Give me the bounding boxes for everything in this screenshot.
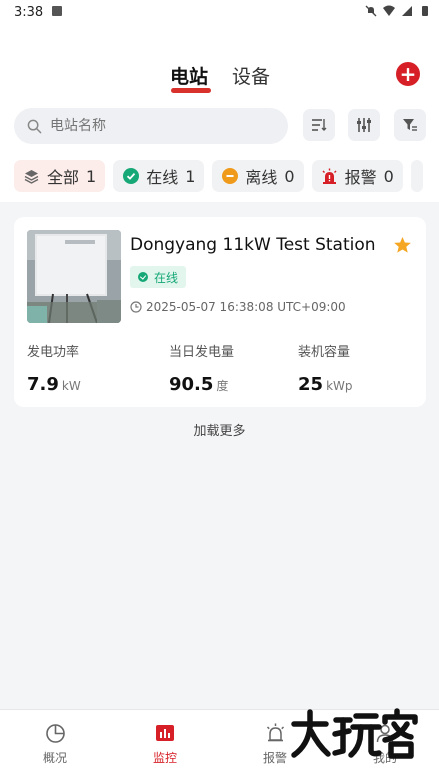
timestamp-text: 2025-05-07 16:38:08 UTC+09:00 <box>146 300 346 314</box>
battery-icon <box>422 6 428 16</box>
filter-online-label: 在线 <box>146 168 179 187</box>
add-station-button[interactable]: + <box>396 62 420 86</box>
clock-icon <box>130 301 142 313</box>
nav-overview[interactable]: 概况 <box>25 722 85 766</box>
alarm-icon <box>266 723 284 741</box>
status-icons <box>365 5 431 17</box>
nav-monitor-label: 监控 <box>152 751 177 765</box>
tab-underline <box>171 88 211 93</box>
metric-capacity: 装机容量 25 kWp <box>298 341 353 395</box>
tab-device[interactable]: 设备 <box>232 62 270 89</box>
metric-power-value: 7.9 <box>27 374 59 395</box>
filter-online-count: 1 <box>185 166 196 186</box>
filter-icon <box>403 119 417 131</box>
mute-icon <box>365 5 377 17</box>
status-badge: 在线 <box>130 266 187 288</box>
filter-alarm[interactable]: 报警 0 <box>311 160 403 192</box>
status-filters: 全部 1 在线 1 离线 0 报警 0 <box>14 160 423 192</box>
status-bar: 3:38 <box>0 0 439 26</box>
search-input[interactable] <box>48 117 252 135</box>
filter-alarm-count: 0 <box>383 166 394 186</box>
filter-all-count: 1 <box>86 166 97 186</box>
metric-daily-energy-label: 当日发电量 <box>169 345 235 360</box>
watermark-logo <box>291 708 418 759</box>
nav-overview-label: 概况 <box>42 751 67 765</box>
filter-button[interactable] <box>394 109 426 141</box>
metric-daily-energy-value: 90.5 <box>169 374 214 395</box>
filter-all[interactable]: 全部 1 <box>14 160 106 192</box>
status-time: 3:38 <box>14 5 44 20</box>
filter-online[interactable]: 在线 1 <box>113 160 205 192</box>
tab-station[interactable]: 电站 <box>170 62 208 89</box>
filter-offline[interactable]: 离线 0 <box>212 160 304 192</box>
load-more-button[interactable]: 加载更多 <box>0 420 439 439</box>
plus-icon: + <box>399 62 417 86</box>
station-name: Dongyang 11kW Test Station <box>130 235 376 255</box>
filter-more[interactable] <box>410 160 423 192</box>
metric-daily-energy: 当日发电量 90.5 度 <box>169 341 234 395</box>
search-bar[interactable] <box>14 108 288 144</box>
monitor-icon <box>156 725 174 741</box>
check-circle-icon <box>122 168 139 185</box>
filter-offline-count: 0 <box>284 166 295 186</box>
star-icon[interactable] <box>393 236 412 254</box>
status-badge-label: 在线 <box>154 270 179 285</box>
metric-capacity-unit: kWp <box>326 379 353 393</box>
search-icon <box>27 119 42 133</box>
metric-power: 发电功率 7.9 kW <box>27 341 81 395</box>
layers-icon <box>23 168 40 185</box>
adjust-button[interactable] <box>348 109 380 141</box>
metric-power-label: 发电功率 <box>27 345 80 360</box>
filter-alarm-label: 报警 <box>344 168 377 187</box>
sliders-icon <box>357 118 371 132</box>
notification-icon <box>52 6 62 16</box>
metric-daily-energy-unit: 度 <box>216 379 229 393</box>
check-icon <box>138 272 148 282</box>
station-card[interactable]: Dongyang 11kW Test Station 在线 2025-05-07… <box>14 217 426 407</box>
filter-all-label: 全部 <box>47 168 80 187</box>
sort-icon <box>312 119 327 131</box>
signal-icon <box>402 6 412 16</box>
alarm-icon <box>321 168 338 185</box>
metric-capacity-label: 装机容量 <box>298 345 351 360</box>
filter-offline-label: 离线 <box>245 168 278 187</box>
pie-chart-icon <box>45 723 65 743</box>
metric-power-unit: kW <box>61 379 81 393</box>
metric-capacity-value: 25 <box>298 374 324 395</box>
minus-circle-icon <box>221 168 238 185</box>
sort-button[interactable] <box>303 109 335 141</box>
header-tabs: 电站 设备 <box>0 58 439 98</box>
station-photo <box>27 230 121 323</box>
nav-monitor[interactable]: 监控 <box>135 722 195 766</box>
update-timestamp: 2025-05-07 16:38:08 UTC+09:00 <box>130 300 346 314</box>
wifi-icon <box>383 5 395 16</box>
